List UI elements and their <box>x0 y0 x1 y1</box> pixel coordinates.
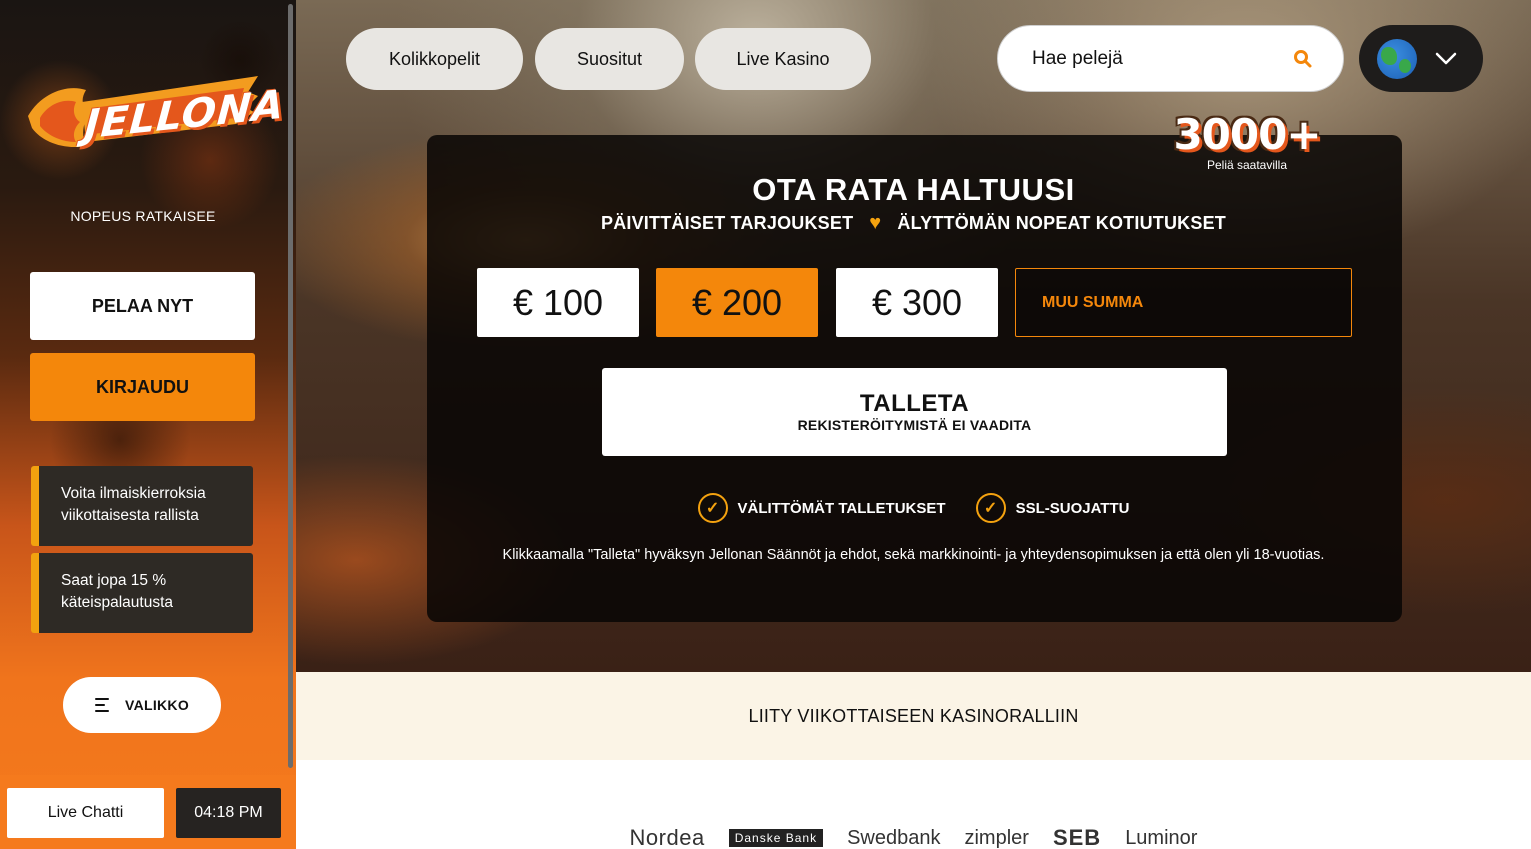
sidebar: JELLONA NOPEUS RATKAISEE PELAA NYT KIRJA… <box>0 0 296 849</box>
deposit-button[interactable]: TALLETA REKISTERÖITYMISTÄ EI VAADITA <box>602 368 1227 456</box>
clock: 04:18 PM <box>176 788 281 838</box>
tagline: NOPEUS RATKAISEE <box>70 208 216 224</box>
tab-slots[interactable]: Kolikkopelit <box>346 28 523 90</box>
heart-icon: ♥ <box>869 212 882 234</box>
tab-live-casino[interactable]: Live Kasino <box>695 28 871 90</box>
rally-text: LIITY VIIKOTTAISEEN KASINORALLIIN <box>748 705 1079 726</box>
check-circle-icon: ✓ <box>975 493 1006 523</box>
chevron-down-icon <box>1435 52 1457 64</box>
terms-text: Klikkaamalla "Talleta" hyväksyn Jellonan… <box>502 547 1325 563</box>
search-bar[interactable] <box>997 25 1344 92</box>
nordea-logo: Nordea <box>629 825 705 849</box>
feature-item: ✓ VÄLITTÖMÄT TALLETUKSET <box>697 493 946 523</box>
amount-option-100[interactable]: € 100 <box>477 268 639 337</box>
games-count-label: Peliä saatavilla <box>1206 158 1288 172</box>
amount-option-200-selected[interactable]: € 200 <box>656 268 818 337</box>
login-button[interactable]: KIRJAUDU <box>30 353 255 421</box>
promo-weekly-rally[interactable]: Voita ilmaiskierroksia viikottaisesta ra… <box>31 466 253 546</box>
luminor-logo: Luminor <box>1125 826 1198 849</box>
language-selector[interactable] <box>1359 25 1483 92</box>
danske-bank-logo: Danske Bank <box>728 829 824 847</box>
hero-subline: PÄIVITTÄISET TARJOUKSET ♥ ÄLYTTÖMÄN NOPE… <box>296 212 1531 235</box>
feature-label: VÄLITTÖMÄT TALLETUKSET <box>737 499 946 517</box>
subline-offers: PÄIVITTÄISET TARJOUKSET <box>601 213 854 233</box>
live-chat-button[interactable]: Live Chatti <box>7 788 164 838</box>
menu-button[interactable]: VALIKKO <box>63 677 221 733</box>
hero-section: Kolikkopelit Suositut Live Kasino 3000+ … <box>296 0 1531 672</box>
search-icon[interactable] <box>1293 49 1313 69</box>
feature-list: ✓ VÄLITTÖMÄT TALLETUKSET ✓ SSL-SUOJATTU <box>296 493 1531 523</box>
feature-item: ✓ SSL-SUOJATTU <box>975 493 1130 523</box>
zimpler-logo: zimpler <box>964 826 1029 849</box>
check-circle-icon: ✓ <box>697 493 728 523</box>
promo-line: Saat jopa 15 % <box>61 572 167 589</box>
deposit-label: TALLETA <box>859 390 970 417</box>
promo-line: viikottaisesta rallista <box>61 507 199 524</box>
seb-logo: SEB <box>1052 825 1102 849</box>
promo-line: Voita ilmaiskierroksia <box>61 485 206 502</box>
feature-label: SSL-SUOJATTU <box>1015 499 1130 517</box>
games-count: 3000+ <box>1173 110 1321 159</box>
amount-option-300[interactable]: € 300 <box>836 268 998 337</box>
menu-label: VALIKKO <box>124 697 190 713</box>
payment-methods-strip: Nordea Danske Bank Swedbank zimpler SEB … <box>296 760 1531 849</box>
other-amount-field[interactable] <box>1015 268 1352 337</box>
swedbank-logo: Swedbank <box>847 826 941 849</box>
globe-icon <box>1377 38 1417 79</box>
hero-headline: OTA RATA HALTUUSI <box>752 172 1075 207</box>
search-input[interactable] <box>1032 47 1272 70</box>
play-now-button[interactable]: PELAA NYT <box>30 272 255 340</box>
sidebar-scrollbar[interactable] <box>288 4 293 768</box>
bank-logos: Nordea Danske Bank Swedbank zimpler SEB … <box>296 825 1531 849</box>
games-count-badge: 3000+ Peliä saatavilla <box>1162 110 1332 180</box>
deposit-sublabel: REKISTERÖITYMISTÄ EI VAADITA <box>797 417 1032 433</box>
subline-withdrawals: ÄLYTTÖMÄN NOPEAT KOTIUTUKSET <box>897 213 1226 233</box>
promo-line: käteispalautusta <box>61 594 174 611</box>
menu-icon <box>94 698 111 712</box>
tab-popular[interactable]: Suositut <box>535 28 684 90</box>
other-amount-input[interactable] <box>1042 293 1322 312</box>
rally-banner[interactable]: LIITY VIIKOTTAISEEN KASINORALLIIN <box>296 672 1531 760</box>
promo-cashback[interactable]: Saat jopa 15 % käteispalautusta <box>31 553 253 633</box>
